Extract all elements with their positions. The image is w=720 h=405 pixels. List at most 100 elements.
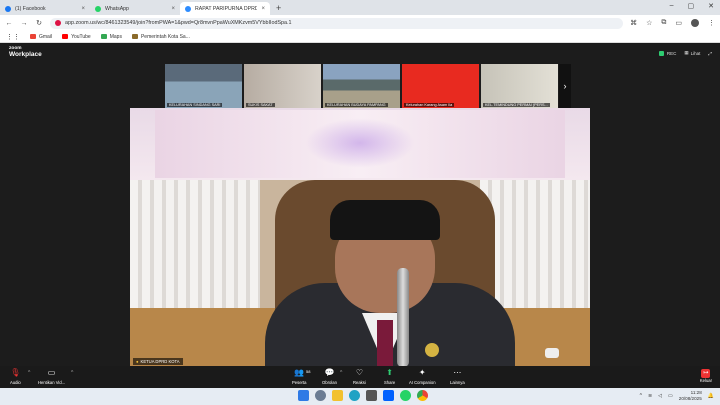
chrome-icon[interactable] [417,390,428,401]
extensions-icon[interactable]: ⧉ [661,19,666,27]
participant-thumbnail[interactable]: SUKIS SAKAT [244,64,321,108]
sidebar-icon[interactable]: ▭ [675,19,682,27]
profile-avatar[interactable] [691,19,699,27]
zoom-header: zoom Workplace REC ▦ Lihat ⤢ [0,44,720,64]
reload-icon[interactable]: ↻ [35,19,43,27]
tab-facebook[interactable]: (1) Facebook × [0,2,90,15]
zoom-icon [185,5,191,12]
tab-whatsapp[interactable]: WhatsApp × [90,2,180,15]
bookmark-gmail[interactable]: Gmail [30,34,52,40]
new-tab-button[interactable]: + [270,3,287,15]
control-label: AI Companion [409,380,436,385]
participant-name: SUKIS SAKAT [246,103,275,107]
chevron-up-icon[interactable]: ^ [28,370,30,376]
system-tray: ^ ≋ ◁ ▭ 11:28 20/08/2025 🔔 [640,390,714,401]
speaker-name-tag: ● KETUA DPRD KOTA [133,358,183,365]
menu-icon[interactable]: ⋮ [708,19,715,27]
participant-name: KEL.TEMINDUNG PERMAI (PERS... [483,103,550,107]
more-button[interactable]: ⋯ Lainnya [450,369,465,386]
leave-button[interactable]: ↦ Keluar [700,369,712,383]
chevron-up-icon[interactable]: ^ [340,370,342,376]
address-bar[interactable]: app.zoom.us/wc/8461323549/join?fromPWA=1… [50,17,624,29]
control-label: Share [384,380,396,385]
microphone [397,268,409,367]
next-page-button[interactable]: › [559,64,571,108]
participants-button[interactable]: 👥 58 Peserta [292,369,310,386]
chat-button[interactable]: 💬 Obrolan [322,369,337,386]
participant-strip: KELURAHAN SINDANG SARI SUKIS SAKAT KELUR… [165,64,558,108]
apps-grid-icon[interactable]: ⋮⋮ [6,33,20,41]
speaker-tie [377,320,393,367]
view-button[interactable]: ▦ Lihat [684,50,700,56]
lapel-badge [425,343,439,357]
logo-subtext: Workplace [9,50,42,58]
reactions-button[interactable]: ♡ Reaksi [353,369,366,386]
share-button[interactable]: ⬆ Share [384,369,396,386]
site-info-icon[interactable] [55,20,61,26]
edge-icon[interactable] [349,390,360,401]
whatsapp-icon[interactable] [400,390,411,401]
zoom-meeting: zoom Workplace REC ▦ Lihat ⤢ KELURAHAN S… [0,44,720,388]
participant-thumbnail[interactable]: KEL.TEMINDUNG PERMAI (PERS... [481,64,558,108]
clock[interactable]: 11:28 20/08/2025 [679,390,702,401]
dropbox-icon[interactable] [383,390,394,401]
participant-thumbnail[interactable]: Kelurahan Karang Asam Ila [402,64,479,108]
active-speaker-video[interactable]: ● KETUA DPRD KOTA [130,108,590,367]
chevron-right-icon: › [563,81,567,91]
control-label: Obrolan [322,380,337,385]
participant-thumbnail[interactable]: KELURAHAN SINDANG SARI [165,64,242,108]
toolbar-actions: ⌘ ☆ ⧉ ▭ ⋮ [630,19,715,27]
back-icon[interactable]: ← [5,20,13,27]
audio-button[interactable]: 🎙 Audio [10,368,21,386]
gmail-icon [30,34,36,39]
taskbar-apps [298,390,428,401]
facebook-icon [5,5,11,12]
forward-icon[interactable]: → [20,20,28,27]
ai-companion-button[interactable]: ✦ AI Companion [409,368,436,386]
browser-tabstrip: (1) Facebook × WhatsApp × RAPAT PARIPURN… [0,0,720,15]
tab-zoom-meeting[interactable]: RAPAT PARIPURNA DPRD K × [180,2,270,15]
notification-icon[interactable]: 🔔 [708,393,714,399]
rec-label: REC [666,50,677,56]
bookmark-label: Pemerintah Kota Sa... [140,33,190,40]
video-button[interactable]: ▭ Hentikan Vid... [38,369,66,386]
bookmark-maps[interactable]: Maps [100,33,122,40]
close-icon[interactable]: × [171,6,175,12]
star-icon[interactable]: ☆ [646,19,652,27]
whatsapp-icon [95,5,101,12]
chevron-up-icon[interactable]: ^ [71,370,73,376]
mic-active-icon: ● [136,359,139,364]
wifi-icon[interactable]: ≋ [648,393,652,399]
sparkle-icon: ✦ [418,368,426,377]
translate-icon[interactable]: ⌘ [630,19,637,27]
recording-indicator[interactable]: REC [658,50,677,56]
control-label: Keluar [699,378,712,383]
fullscreen-icon[interactable]: ⤢ [708,51,712,56]
url-text: app.zoom.us/wc/8461323549/join?fromPWA=1… [65,20,292,26]
bookmark-label: YouTube [71,33,91,40]
maximize-icon[interactable]: ▢ [688,2,695,10]
participant-thumbnail[interactable]: KELURAHAN BUDAYA PAMPANG [323,64,400,108]
close-icon[interactable]: × [81,6,85,12]
view-label: Lihat [690,50,701,56]
files-icon[interactable] [332,390,343,401]
mic-muted-icon: 🎙 [10,368,21,377]
volume-icon[interactable]: ◁ [658,393,662,399]
leave-icon: ↦ [701,369,711,378]
store-icon[interactable] [366,390,377,401]
emblem-icon [131,34,138,39]
close-icon[interactable]: × [261,6,265,12]
battery-icon[interactable]: ▭ [668,393,673,399]
projection-screen [155,110,565,178]
chevron-up-icon[interactable]: ^ [640,393,642,399]
bookmark-pemkot[interactable]: Pemerintah Kota Sa... [131,33,190,40]
minimize-icon[interactable]: – [670,2,674,10]
youtube-icon [62,34,69,39]
control-label: Hentikan Vid... [38,380,66,385]
start-icon[interactable] [298,390,309,401]
bookmark-label: Maps [109,33,122,40]
close-window-icon[interactable]: ✕ [708,2,714,10]
bookmark-youtube[interactable]: YouTube [62,34,91,40]
cup [545,348,559,358]
search-icon[interactable] [315,390,326,401]
